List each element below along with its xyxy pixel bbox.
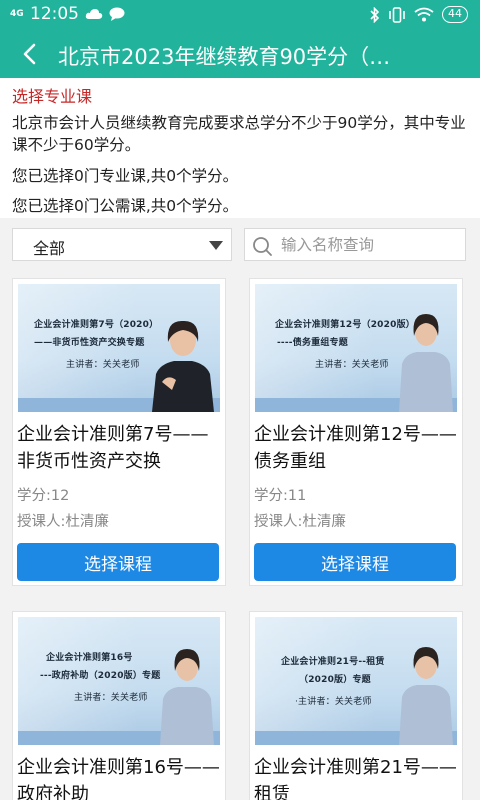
category-select[interactable]: 全部 <box>12 228 232 261</box>
thumbnail-title-line: 企业会计准则21号--租赁 <box>281 657 385 667</box>
info-panel: 选择专业课 北京市会计人员继续教育完成要求总学分不少于90学分，其中专业课不少于… <box>0 78 480 218</box>
lecturer-image <box>399 647 453 745</box>
public-selection-status: 您已选择0门公需课,共0个学分。 <box>12 197 239 215</box>
thumbnail-presenter-line: 主讲者：关关老师 <box>315 360 389 370</box>
course-card: 企业会计准则第16号 ---政府补助（2020版）专题 主讲者：关关老师 企业会… <box>12 611 226 800</box>
cloud-icon <box>85 9 103 19</box>
course-title[interactable]: 企业会计准则第7号——非货币性资产交换 <box>17 421 225 475</box>
course-thumbnail: 企业会计准则第12号（2020版） ----债务重组专题 主讲者：关关老师 <box>255 284 457 412</box>
course-title[interactable]: 企业会计准则第16号——政府补助 <box>17 754 225 800</box>
requirement-description: 北京市会计人员继续教育完成要求总学分不少于90学分，其中专业课不少于60学分。 <box>12 114 466 154</box>
course-credits: 学分:11 <box>254 488 307 504</box>
thumbnail-subtitle-line: ----债务重组专题 <box>277 338 348 348</box>
search-input[interactable] <box>281 232 459 258</box>
filter-row: 全部 <box>0 218 480 272</box>
select-course-button[interactable]: 选择课程 <box>17 543 219 581</box>
course-thumbnail: 企业会计准则第7号（2020） ——非货币性资产交换专题 主讲者：关关老师 <box>18 284 220 412</box>
course-card: 企业会计准则第7号（2020） ——非货币性资产交换专题 主讲者：关关老师 企业… <box>12 278 226 586</box>
lecturer-image <box>160 649 214 745</box>
title-bar: 北京市2023年继续教育90学分（… <box>0 30 480 78</box>
course-title[interactable]: 企业会计准则第12号——债务重组 <box>254 421 462 475</box>
battery-icon: 44 <box>442 6 468 23</box>
course-title[interactable]: 企业会计准则第21号——租赁 <box>254 754 462 800</box>
select-course-button[interactable]: 选择课程 <box>254 543 456 581</box>
vibrate-icon <box>389 6 405 23</box>
signal-4g-icon: 4G <box>10 8 24 19</box>
course-card: 企业会计准则第12号（2020版） ----债务重组专题 主讲者：关关老师 企业… <box>249 278 463 586</box>
thumbnail-title-line: 企业会计准则第16号 <box>46 653 133 663</box>
professional-selection-status: 您已选择0门专业课,共0个学分。 <box>12 167 239 185</box>
section-heading: 选择专业课 <box>12 87 93 106</box>
lecturer-image <box>152 320 214 412</box>
thumbnail-title-line: 企业会计准则第7号（2020） <box>34 320 159 330</box>
thumbnail-subtitle-line: （2020版）专题 <box>299 675 371 685</box>
page-title: 北京市2023年继续教育90学分（… <box>58 45 391 69</box>
wifi-icon <box>414 7 434 22</box>
thumbnail-presenter-line: ·主讲者：关关老师 <box>295 697 372 707</box>
lecturer-image <box>399 314 453 412</box>
course-thumbnail: 企业会计准则21号--租赁 （2020版）专题 ·主讲者：关关老师 <box>255 617 457 745</box>
search-box[interactable] <box>244 228 466 261</box>
thumbnail-title-line: 企业会计准则第12号（2020版） <box>275 320 415 330</box>
course-thumbnail: 企业会计准则第16号 ---政府补助（2020版）专题 主讲者：关关老师 <box>18 617 220 745</box>
course-lecturer: 授课人:杜清廉 <box>254 514 346 530</box>
status-bar: 4G 12:05 44 <box>0 0 480 30</box>
thumbnail-presenter-line: 主讲者：关关老师 <box>66 360 140 370</box>
bluetooth-icon <box>370 6 380 23</box>
thumbnail-subtitle-line: ---政府补助（2020版）专题 <box>40 671 161 681</box>
search-icon <box>253 237 272 256</box>
chevron-left-icon[interactable] <box>14 38 44 70</box>
course-lecturer: 授课人:杜清廉 <box>17 514 109 530</box>
thumbnail-subtitle-line: ——非货币性资产交换专题 <box>34 338 145 348</box>
course-credits: 学分:12 <box>17 488 70 504</box>
dropdown-arrow-icon <box>209 241 223 250</box>
course-card: 企业会计准则21号--租赁 （2020版）专题 ·主讲者：关关老师 企业会计准则… <box>249 611 463 800</box>
chat-bubble-icon <box>109 7 125 21</box>
status-time: 12:05 <box>30 4 79 24</box>
category-select-value: 全部 <box>33 239 66 258</box>
thumbnail-presenter-line: 主讲者：关关老师 <box>74 693 148 703</box>
